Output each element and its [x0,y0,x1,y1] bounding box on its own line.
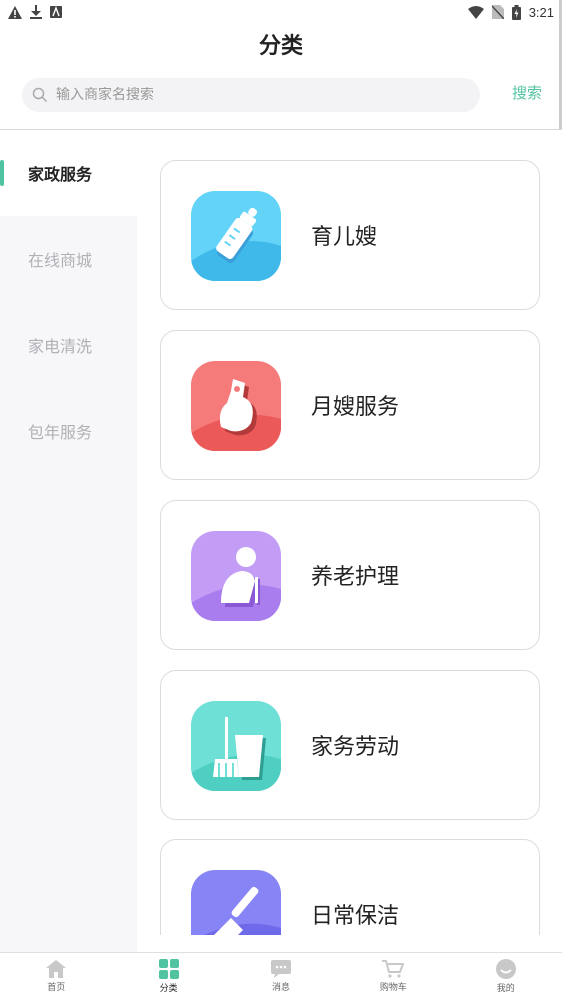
search-button[interactable]: 搜索 [512,82,542,103]
category-label: 家务劳动 [311,735,400,760]
elderly-icon [191,531,281,621]
tab-label: 分类 [159,983,178,994]
tab-label: 购物车 [379,982,407,993]
category-card-daily-cleaning[interactable]: 日常保洁 [160,839,540,935]
pregnant-icon [191,361,281,451]
wifi-icon [467,5,484,19]
sidebar-item-label: 家电清洗 [28,337,93,356]
category-label: 养老护理 [311,565,400,590]
sidebar-item-housekeeping[interactable]: 家政服务 [0,130,137,216]
status-time: 3:21 [528,4,554,20]
download-icon [30,5,42,19]
home-icon [46,959,67,978]
font-a-icon [50,6,62,18]
tab-home[interactable]: 首页 [0,953,112,999]
message-icon [270,959,291,978]
warning-icon [8,5,22,19]
tab-label: 消息 [271,982,290,993]
category-card-nanny[interactable]: 育儿嫂 [160,160,540,310]
category-card-elderly-care[interactable]: 养老护理 [160,500,540,650]
category-label: 月嫂服务 [311,395,400,420]
sidebar-item-label: 家政服务 [28,165,93,184]
tab-category[interactable]: 分类 [112,953,224,999]
sidebar-item-appliance-cleaning[interactable]: 家电清洗 [0,302,137,388]
tab-label: 我的 [496,983,515,994]
category-label: 育儿嫂 [311,225,378,250]
page-title: 分类 [258,34,303,59]
battery-icon [511,4,521,20]
baby-bottle-icon [191,191,281,281]
search-input[interactable] [56,87,456,103]
sidebar-item-annual-service[interactable]: 包年服务 [0,388,137,474]
brush-icon [191,870,281,935]
bottom-tab-bar: 首页 分类 消息 购物车 我的 [0,952,562,999]
sidebar-item-label: 在线商城 [28,251,93,270]
category-card-maternity[interactable]: 月嫂服务 [160,330,540,480]
status-bar: 3:21 [0,0,562,24]
sidebar-item-label: 包年服务 [28,423,93,442]
tab-messages[interactable]: 消息 [225,953,337,999]
grid-icon [158,958,179,979]
search-box[interactable] [22,78,480,112]
tab-cart[interactable]: 购物车 [337,953,449,999]
no-sim-icon [491,5,504,19]
sidebar-item-online-mall[interactable]: 在线商城 [0,216,137,302]
tab-profile[interactable]: 我的 [450,953,562,999]
category-label: 日常保洁 [311,904,400,929]
active-indicator [0,160,4,186]
search-icon [32,87,48,103]
search-row: 搜索 [0,76,562,114]
category-list: 育儿嫂 月嫂服务 养老护理 家务劳动 日常保洁 [137,130,562,935]
page-header: 分类 [0,24,562,64]
broom-bucket-icon [191,701,281,791]
category-sidebar: 家政服务 在线商城 家电清洗 包年服务 [0,130,137,952]
cart-icon [382,959,405,978]
category-card-housework[interactable]: 家务劳动 [160,670,540,820]
profile-icon [495,958,516,979]
tab-label: 首页 [47,982,66,993]
